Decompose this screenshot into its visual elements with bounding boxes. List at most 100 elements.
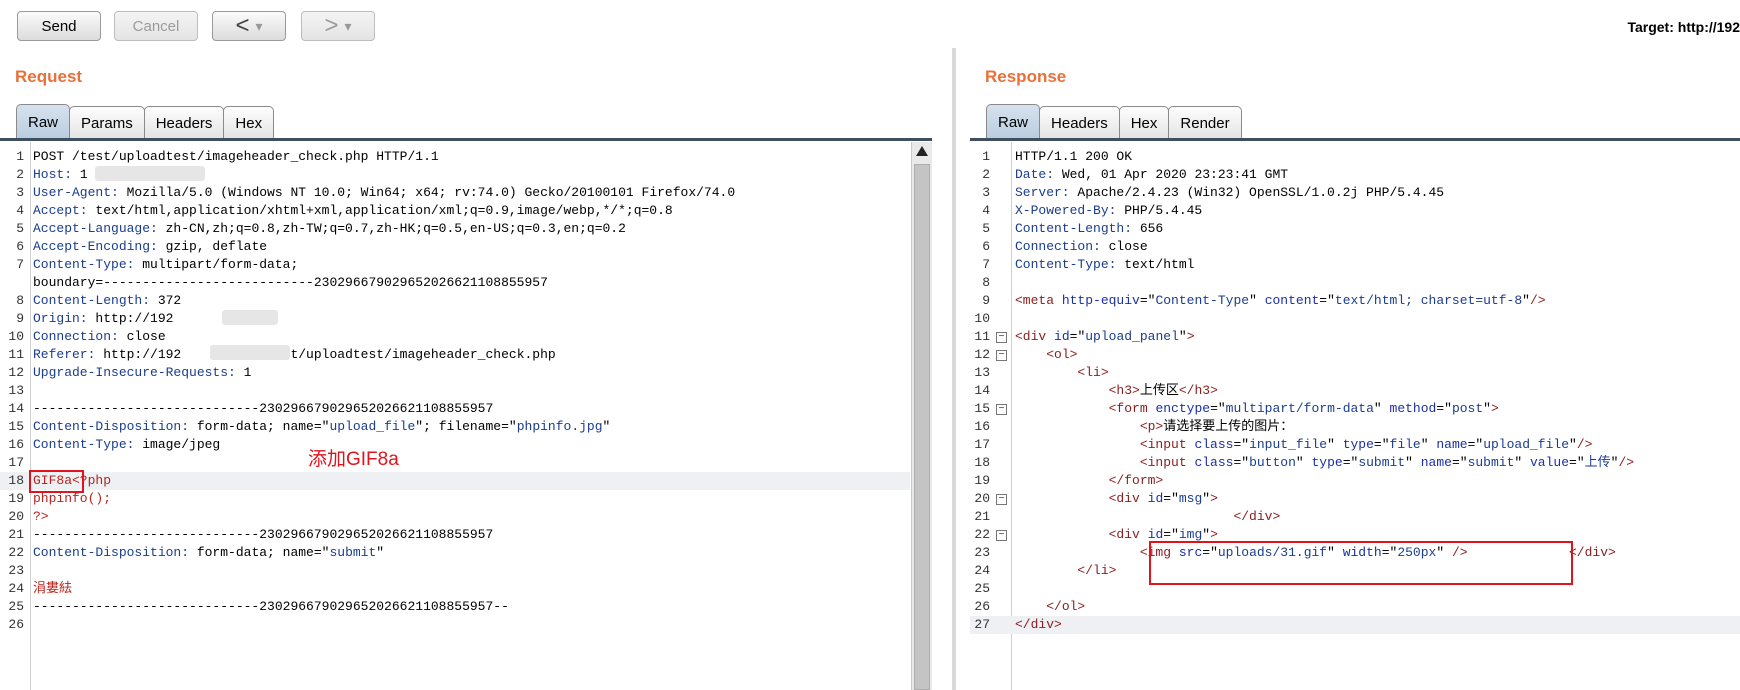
code-line[interactable]: 17	[0, 454, 910, 472]
code-text: <div id="msg">	[1108, 491, 1218, 506]
code-line[interactable]: 16 <p>请选择要上传的图片：	[970, 418, 1740, 436]
code-line[interactable]: 9 <meta http-equiv="Content-Type" content…	[970, 292, 1740, 310]
code-line[interactable]: 7 Content-Type: multipart/form-data;	[0, 256, 910, 274]
back-button[interactable]: < ▾	[212, 11, 286, 41]
request-scrollbar[interactable]	[911, 142, 932, 690]
code-line[interactable]: 27 </div>	[970, 616, 1740, 634]
line-number: 14	[8, 401, 24, 416]
code-line[interactable]: 18 GIF8a<?php	[0, 472, 910, 490]
code-line[interactable]: 13 <li>	[970, 364, 1740, 382]
code-text: -----------------------------23029667902…	[33, 599, 509, 614]
code-line[interactable]: 7 Content-Type: text/html	[970, 256, 1740, 274]
line-number: 17	[974, 437, 990, 452]
code-line[interactable]: 8	[970, 274, 1740, 292]
code-line[interactable]: 12− <ol>	[970, 346, 1740, 364]
code-line[interactable]: 5 Accept-Language: zh-CN,zh;q=0.8,zh-TW;q…	[0, 220, 910, 238]
code-line[interactable]: 22 Content-Disposition: form-data; name="…	[0, 544, 910, 562]
response-tab-underline	[970, 138, 1740, 141]
code-line[interactable]: 11− <div id="upload_panel">	[970, 328, 1740, 346]
code-line[interactable]: 15 Content-Disposition: form-data; name="…	[0, 418, 910, 436]
response-editor[interactable]: 1 HTTP/1.1 200 OK 2 Date: Wed, 01 Apr 2020 …	[970, 142, 1740, 690]
code-line[interactable]: 1 HTTP/1.1 200 OK	[970, 148, 1740, 166]
code-text: </li>	[1077, 563, 1117, 578]
code-text: boundary=---------------------------2302…	[33, 275, 548, 290]
code-line[interactable]: 14 <h3>上传区</h3>	[970, 382, 1740, 400]
back-arrow-icon: <	[235, 12, 250, 39]
code-text: Host: 1	[33, 167, 88, 182]
code-line[interactable]: 18 <input class="button" type="submit" n…	[970, 454, 1740, 472]
code-text: Referer: http://192 /test/uploadtest/ima…	[33, 347, 556, 362]
code-line[interactable]: 8 Content-Length: 372	[0, 292, 910, 310]
code-text: Connection: close	[33, 329, 166, 344]
code-line[interactable]: 24 涓婁紶	[0, 580, 910, 598]
tab-render[interactable]: Render	[1168, 106, 1242, 139]
code-line[interactable]: 10 Connection: close	[0, 328, 910, 346]
request-editor[interactable]: 1 POST /test/uploadtest/imageheader_check…	[0, 142, 910, 690]
code-line[interactable]: 3 User-Agent: Mozilla/5.0 (Windows NT 10.…	[0, 184, 910, 202]
code-line[interactable]: 6 Accept-Encoding: gzip, deflate	[0, 238, 910, 256]
code-line[interactable]: 5 Content-Length: 656	[970, 220, 1740, 238]
code-line[interactable]: 1 POST /test/uploadtest/imageheader_check…	[0, 148, 910, 166]
code-line[interactable]: 10	[970, 310, 1740, 328]
code-text: Accept-Encoding: gzip, deflate	[33, 239, 268, 254]
code-line[interactable]: 20− <div id="msg">	[970, 490, 1740, 508]
tab-hex[interactable]: Hex	[223, 106, 275, 139]
code-text: Server: Apache/2.4.23 (Win32) OpenSSL/1.…	[1015, 185, 1445, 200]
request-tab-underline	[0, 138, 932, 141]
line-number: 7	[982, 257, 990, 272]
send-button[interactable]: Send	[17, 11, 101, 41]
scroll-up-arrow-icon[interactable]	[916, 146, 928, 156]
code-line[interactable]: 14 -----------------------------230296679…	[0, 400, 910, 418]
tab-headers[interactable]: Headers	[1039, 106, 1120, 139]
cancel-button-label: Cancel	[132, 17, 180, 35]
fold-toggle-icon[interactable]: −	[996, 332, 1007, 343]
cancel-button[interactable]: Cancel	[114, 11, 198, 41]
code-line[interactable]: 26 </ol>	[970, 598, 1740, 616]
code-line[interactable]: 20 ?>	[0, 508, 910, 526]
code-line[interactable]: 21 </div>	[970, 508, 1740, 526]
fold-toggle-icon[interactable]: −	[996, 404, 1007, 415]
tab-raw[interactable]: Raw	[16, 104, 71, 139]
fold-toggle-icon[interactable]: −	[996, 530, 1007, 541]
tab-params[interactable]: Params	[69, 106, 145, 139]
code-line[interactable]: 12 Upgrade-Insecure-Requests: 1	[0, 364, 910, 382]
forward-dropdown-icon[interactable]: ▾	[344, 18, 351, 35]
scroll-thumb[interactable]	[914, 164, 930, 690]
code-line[interactable]: 25 -----------------------------230296679…	[0, 598, 910, 616]
code-line[interactable]: 6 Connection: close	[970, 238, 1740, 256]
code-text: X-Powered-By: PHP/5.4.45	[1015, 203, 1203, 218]
code-line[interactable]: 23	[0, 562, 910, 580]
code-line[interactable]: 13	[0, 382, 910, 400]
code-line[interactable]: 4 Accept: text/html,application/xhtml+xml…	[0, 202, 910, 220]
back-dropdown-icon[interactable]: ▾	[255, 18, 262, 35]
tab-raw[interactable]: Raw	[986, 104, 1041, 139]
line-number: 20	[974, 491, 990, 506]
line-number: 6	[982, 239, 990, 254]
code-line[interactable]: 19 phpinfo();	[0, 490, 910, 508]
pane-splitter[interactable]	[952, 48, 956, 690]
tab-headers[interactable]: Headers	[143, 106, 225, 139]
code-line[interactable]: 21 -----------------------------230296679…	[0, 526, 910, 544]
code-line[interactable]: 2 Date: Wed, 01 Apr 2020 23:23:41 GMT	[970, 166, 1740, 184]
forward-button[interactable]: > ▾	[301, 11, 375, 41]
code-line[interactable]: 4 X-Powered-By: PHP/5.4.45	[970, 202, 1740, 220]
code-line[interactable]: 9 Origin: http://192	[0, 310, 910, 328]
code-line[interactable]: boundary=---------------------------2302…	[0, 274, 910, 292]
code-line[interactable]: 11 Referer: http://192 /test/uploadtest/i…	[0, 346, 910, 364]
fold-toggle-icon[interactable]: −	[996, 494, 1007, 505]
code-text: -----------------------------23029667902…	[33, 527, 494, 542]
tab-hex[interactable]: Hex	[1118, 106, 1170, 139]
code-text: </form>	[1108, 473, 1164, 488]
code-text: -----------------------------23029667902…	[33, 401, 494, 416]
code-line[interactable]: 17 <input class="input_file" type="file"…	[970, 436, 1740, 454]
line-number: 6	[16, 239, 24, 254]
code-line[interactable]: 15− <form enctype="multipart/form-data" …	[970, 400, 1740, 418]
code-line[interactable]: 16 Content-Type: image/jpeg	[0, 436, 910, 454]
code-line[interactable]: 26	[0, 616, 910, 634]
code-line[interactable]: 3 Server: Apache/2.4.23 (Win32) OpenSSL/1…	[970, 184, 1740, 202]
fold-toggle-icon[interactable]: −	[996, 350, 1007, 361]
code-text: Content-Type: image/jpeg	[33, 437, 221, 452]
line-number: 5	[982, 221, 990, 236]
code-line[interactable]: 19 </form>	[970, 472, 1740, 490]
code-text: <p>请选择要上传的图片：	[1139, 419, 1294, 434]
